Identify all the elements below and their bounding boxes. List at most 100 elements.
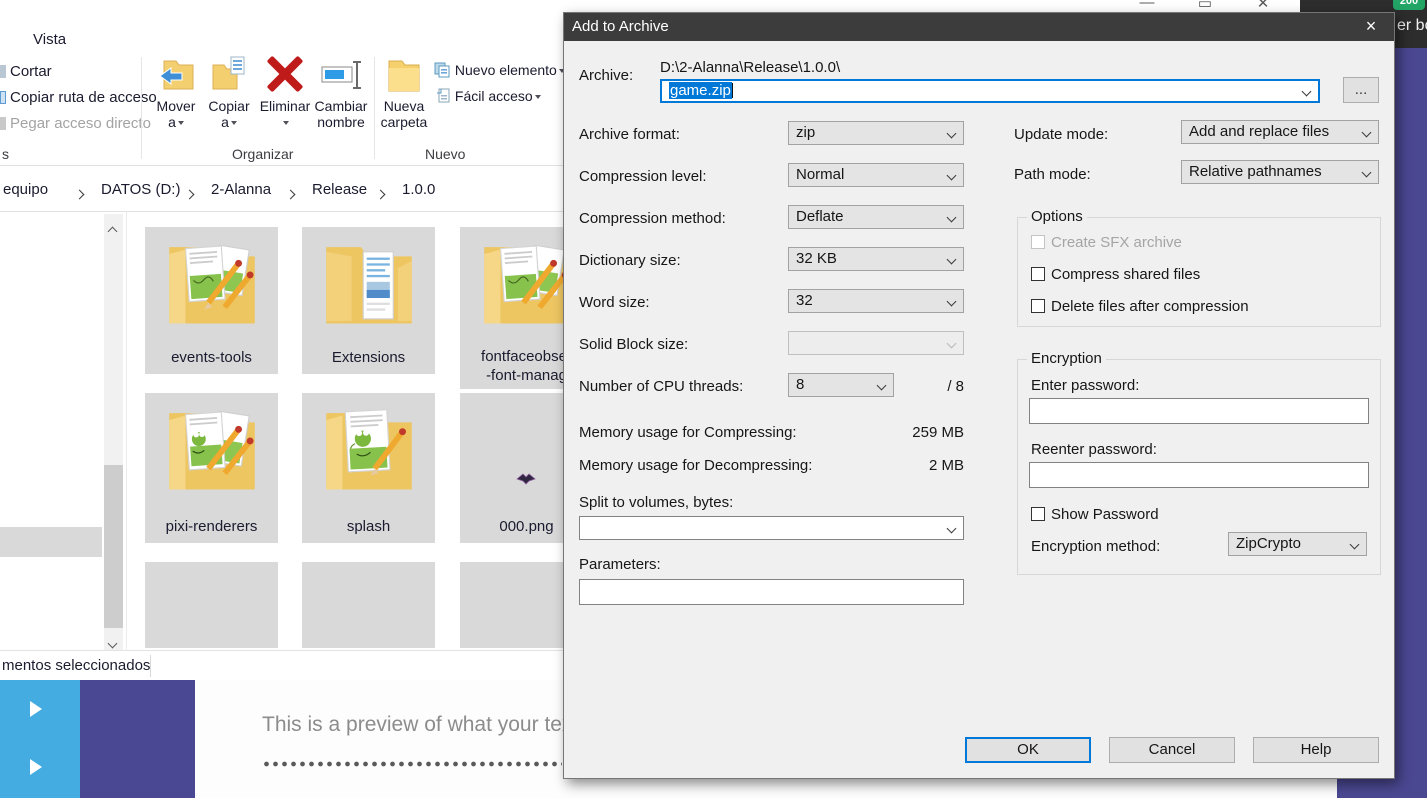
file-item-splash[interactable]: splash (302, 393, 435, 543)
file-name: splash (302, 517, 435, 536)
delete-button[interactable]: Eliminar (258, 55, 312, 130)
path-mode-select[interactable]: Relative pathnames (1181, 160, 1379, 184)
maximize-icon[interactable]: ▭ (1191, 0, 1219, 12)
cancel-button[interactable]: Cancel (1109, 737, 1235, 763)
file-item-pixi-renderers[interactable]: pixi-renderers (145, 393, 278, 543)
cpu-threads-max: / 8 (904, 378, 964, 395)
help-button[interactable]: Help (1253, 737, 1379, 763)
chevron-right-icon (287, 185, 294, 203)
new-folder-icon (386, 55, 422, 95)
breadcrumb-item[interactable]: 2-Alanna (211, 181, 271, 198)
solid-block-size-select (788, 331, 964, 355)
chevron-right-icon (186, 185, 193, 203)
notification-badge: 200 (1393, 0, 1425, 10)
checkbox-icon[interactable] (1031, 299, 1045, 313)
expand-arrow-icon[interactable] (30, 759, 42, 775)
parameters-label: Parameters: (579, 556, 661, 573)
compression-level-select[interactable]: Normal (788, 163, 964, 187)
checkbox-icon[interactable] (1031, 267, 1045, 281)
chevron-down-icon (947, 339, 957, 349)
tab-vista[interactable]: Vista (33, 31, 66, 48)
browse-button[interactable]: ... (1343, 77, 1379, 103)
close-icon[interactable]: × (1354, 13, 1388, 41)
rename-button[interactable]: Cambiar nombre (312, 55, 370, 130)
ribbon-item-copiar-ruta[interactable]: Copiar ruta de acceso (10, 89, 157, 106)
encryption-method-label: Encryption method: (1031, 538, 1160, 555)
cpu-threads-select[interactable]: 8 (788, 373, 894, 397)
preview-sidebar (0, 680, 80, 798)
file-item-events-tools[interactable]: events-tools (145, 227, 278, 374)
breadcrumb-item[interactable]: 1.0.0 (402, 181, 435, 198)
file-name: Extensions (302, 348, 435, 367)
breadcrumb-item[interactable]: DATOS (D:) (101, 181, 180, 198)
compression-method-label: Compression method: (579, 210, 726, 227)
folder-icon (160, 231, 264, 335)
memory-compress-label: Memory usage for Compressing: (579, 424, 797, 441)
scrollbar-thumb[interactable] (104, 465, 123, 628)
scroll-up-icon[interactable] (109, 222, 116, 240)
chevron-down-icon[interactable] (1302, 87, 1312, 97)
new-item-button[interactable]: Nuevo elemento (434, 62, 565, 78)
rename-icon (318, 55, 364, 95)
paste-shortcut-icon (0, 117, 6, 130)
file-item[interactable] (145, 562, 278, 648)
dialog-title: Add to Archive (572, 18, 669, 35)
archive-format-select[interactable]: zip (788, 121, 964, 145)
folder-icon (160, 397, 264, 501)
minimize-icon[interactable]: — (1133, 0, 1161, 11)
preview-purple-panel (80, 680, 195, 798)
close-icon[interactable]: ✕ (1249, 0, 1277, 12)
new-folder-button[interactable]: Nueva carpeta (380, 55, 428, 130)
chevron-right-icon (76, 185, 83, 203)
memory-decompress-label: Memory usage for Decompressing: (579, 457, 812, 474)
archive-name-value: game.zip (669, 82, 732, 99)
dialog-titlebar[interactable]: Add to Archive × (564, 13, 1394, 41)
update-mode-select[interactable]: Add and replace files (1181, 120, 1379, 144)
breadcrumb-item[interactable]: equipo (3, 181, 48, 198)
options-group-label: Options (1027, 208, 1087, 225)
reenter-password-label: Reenter password: (1031, 441, 1157, 458)
chevron-down-icon (1350, 540, 1360, 550)
enter-password-input[interactable] (1029, 398, 1369, 424)
cpu-threads-label: Number of CPU threads: (579, 378, 743, 395)
checkbox-icon (1031, 235, 1045, 249)
copy-path-icon (0, 91, 6, 104)
archive-name-combobox[interactable]: game.zip (660, 79, 1320, 103)
checkbox-icon[interactable] (1031, 507, 1045, 521)
text-caret (732, 83, 733, 98)
encryption-method-select[interactable]: ZipCrypto (1228, 532, 1367, 556)
ribbon-item-pegar-acceso: Pegar acceso directo (10, 115, 151, 132)
folder-icon (317, 397, 421, 501)
copy-to-button[interactable]: Copiar a (204, 55, 254, 130)
split-volumes-combobox[interactable] (579, 516, 964, 540)
move-to-button[interactable]: Mover a (150, 55, 202, 130)
easy-access-button[interactable]: Fácil acceso (436, 88, 541, 104)
copy-to-icon (209, 55, 249, 95)
nav-pane-selected-item[interactable] (0, 527, 102, 557)
dictionary-size-label: Dictionary size: (579, 252, 681, 269)
breadcrumb-item[interactable]: Release (312, 181, 367, 198)
solid-block-size-label: Solid Block size: (579, 336, 688, 353)
word-size-select[interactable]: 32 (788, 289, 964, 313)
file-item[interactable] (302, 562, 435, 648)
expand-arrow-icon[interactable] (30, 701, 42, 717)
chevron-down-icon (947, 213, 957, 223)
reenter-password-input[interactable] (1029, 462, 1369, 488)
folder-icon (317, 231, 421, 335)
compression-method-select[interactable]: Deflate (788, 205, 964, 229)
image-file-icon (516, 471, 536, 487)
chevron-down-icon (947, 255, 957, 265)
delete-icon (265, 55, 305, 95)
chevron-down-icon (1362, 128, 1372, 138)
ok-button[interactable]: OK (965, 737, 1091, 763)
dictionary-size-select[interactable]: 32 KB (788, 247, 964, 271)
ribbon-separator (141, 57, 142, 159)
ribbon-item-cortar[interactable]: Cortar (10, 63, 52, 80)
parameters-input[interactable] (579, 579, 964, 605)
archive-format-label: Archive format: (579, 126, 680, 143)
options-groupbox: Options Create SFX archive Compress shar… (1017, 217, 1381, 327)
status-divider (150, 655, 151, 677)
enter-password-label: Enter password: (1031, 377, 1139, 394)
easy-access-icon (436, 88, 451, 104)
file-item-extensions[interactable]: Extensions (302, 227, 435, 374)
